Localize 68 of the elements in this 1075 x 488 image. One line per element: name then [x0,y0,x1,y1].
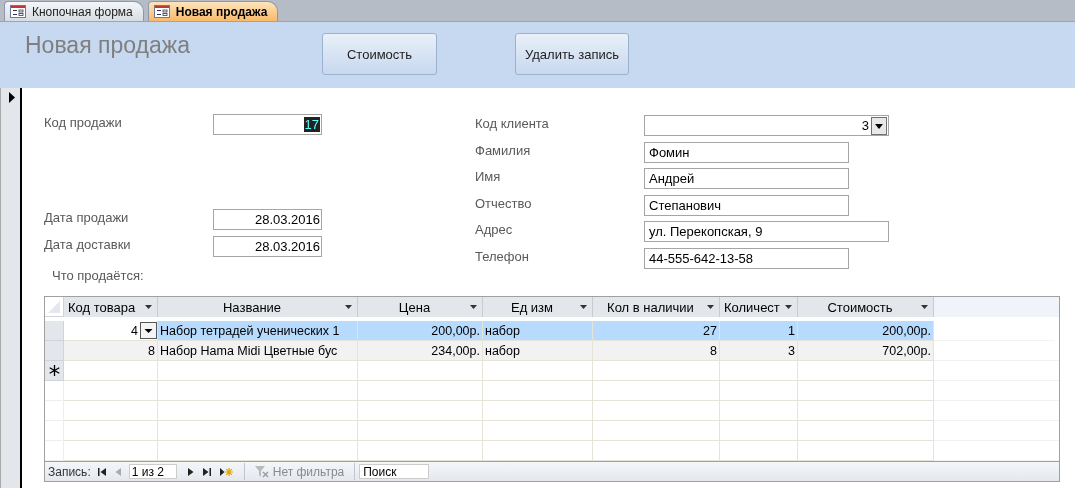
caret-icon[interactable] [785,305,792,309]
filter-icon [254,465,269,478]
field-label: Фамилия [475,141,532,158]
form-title: Новая продажа [25,32,191,59]
document-tab[interactable]: Кнопочная форма [4,1,144,21]
field-label: Телефон [475,247,530,264]
caret-icon[interactable] [470,305,477,309]
input-field[interactable]: ул. Перекопская, 9 [644,221,889,242]
input-field[interactable]: Фомин [644,141,849,163]
record-label: Запись: [48,464,91,479]
input-field[interactable]: Степанович [644,194,849,216]
record-number-field[interactable]: 1 из 2 [128,464,177,479]
form-icon [10,5,26,18]
input-field[interactable]: 17 [213,114,322,135]
column-header[interactable]: Количест [720,297,798,317]
column-header[interactable]: Код товара [64,297,158,317]
table-cell: набор [483,341,593,361]
column-header[interactable]: Ед изм [483,297,593,317]
search-field[interactable]: Поиск [359,464,430,479]
column-header[interactable]: Кол в наличии [593,297,720,317]
table-cell: 200,00р. [798,321,934,341]
current-record-icon [8,92,16,103]
document-tab[interactable]: Новая продажа [147,1,279,21]
caret-icon[interactable] [345,305,352,309]
caret-icon[interactable] [707,305,714,309]
input-field[interactable]: 28.03.2016 [213,209,322,230]
field-label: Код продажи [44,114,123,130]
subform-label: Что продаётся: [52,268,145,283]
new-record-icon [48,365,60,376]
table-cell: 4 [64,321,158,341]
table-cell: 200,00р. [358,321,483,341]
field-label: Имя [475,168,502,184]
caret-icon[interactable] [921,305,928,309]
form-icon [153,5,170,18]
input-field[interactable]: 28.03.2016 [213,236,322,257]
column-header[interactable]: Цена [358,297,483,317]
table-cell: 1 [720,321,798,341]
last-record-icon[interactable] [201,466,212,477]
input-field[interactable]: Андрей [644,168,849,189]
field-label: Код клиента [475,115,550,131]
first-record-icon[interactable] [96,466,107,477]
record-selector[interactable] [0,88,22,488]
field-label: Отчество [475,194,533,211]
combo-box[interactable]: 3 [644,115,889,136]
dropdown-icon[interactable] [871,116,887,135]
field-label: Дата доставки [44,236,132,252]
next-record-icon[interactable] [186,466,195,477]
field-label: Адрес [475,221,514,237]
table-cell: 3 [720,341,798,361]
table-cell: 8 [593,341,720,361]
new-record-icon[interactable] [218,466,233,477]
caret-icon[interactable] [580,305,587,309]
column-header[interactable]: Название [158,297,358,317]
form-button[interactable]: Стоимость [322,33,437,75]
table-cell: 8 [64,341,158,361]
table-cell: Набор тетрадей ученических 1 [158,321,358,341]
input-field[interactable]: 44-555-642-13-58 [644,247,849,269]
form-button[interactable]: Удалить запись [515,33,629,75]
dropdown-icon[interactable] [140,322,157,339]
table-cell: Набор Hama Midi Цветные бус [158,341,358,361]
column-header[interactable]: Стоимость [798,297,934,317]
caret-icon[interactable] [145,305,152,309]
table-cell: 702,00р. [798,341,934,361]
field-label: Дата продажи [44,209,130,225]
table-cell: 234,00р. [358,341,483,361]
table-cell: 27 [593,321,720,341]
row-selector[interactable] [45,361,64,381]
table-cell: набор [483,321,593,341]
